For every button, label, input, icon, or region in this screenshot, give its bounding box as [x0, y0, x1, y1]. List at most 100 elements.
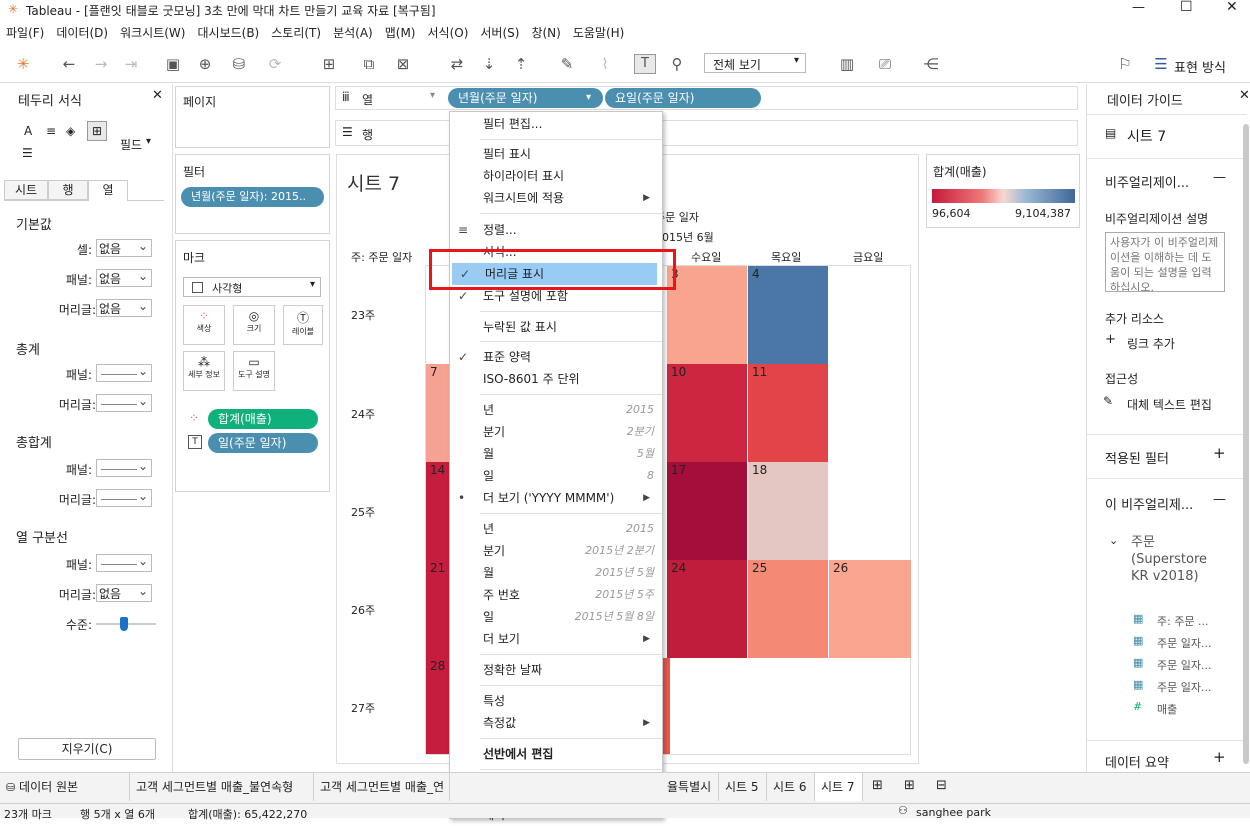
detail-button[interactable]: ⁂ 세부 정보	[183, 351, 225, 391]
expand-filters-icon[interactable]: +	[1213, 444, 1226, 462]
gt-pane-select[interactable]	[96, 457, 152, 477]
highlight-icon[interactable]: ✎	[556, 54, 578, 74]
expand-summary-icon[interactable]: +	[1213, 748, 1226, 766]
legend-gradient[interactable]	[932, 189, 1075, 203]
pin-icon[interactable]: ⚲	[666, 54, 688, 74]
menu-year[interactable]: 년 2015	[450, 399, 662, 421]
save-icon[interactable]: ▣	[162, 54, 184, 74]
attach-icon[interactable]: ⌇	[594, 54, 616, 74]
cell-day-11[interactable]: 11	[748, 364, 828, 462]
menu-file[interactable]: 파일(F)	[0, 22, 50, 41]
menu-day[interactable]: 일8	[450, 465, 662, 487]
close-guide-icon[interactable]: ✕	[1239, 88, 1250, 103]
cell-border-select[interactable]: 없음	[96, 237, 152, 257]
collapse-icon[interactable]: —	[1213, 170, 1226, 185]
menu-sort[interactable]: ≡ 정렬...	[450, 219, 662, 241]
plus-icon[interactable]: +	[1105, 332, 1116, 347]
col-pill-yearmonth[interactable]: 년월(주문 일자) ▾	[448, 88, 603, 108]
tab-rows[interactable]: 행	[48, 180, 88, 200]
tab-segment-discrete[interactable]: 고객 세그먼트별 매출_불연속형	[130, 773, 314, 801]
guide-scrollbar[interactable]	[1243, 124, 1249, 764]
field-item[interactable]: 주문 일자...	[1157, 657, 1211, 673]
cell-day-7[interactable]: 7	[426, 364, 450, 462]
field-item[interactable]: 주문 일자...	[1157, 679, 1211, 695]
show-me-button[interactable]: 표현 방식	[1174, 57, 1226, 76]
menu-server[interactable]: 서버(S)	[474, 22, 525, 41]
menu-window[interactable]: 창(N)	[525, 22, 566, 41]
cell-day-4[interactable]: 4	[748, 266, 828, 364]
menu-show-highlighter[interactable]: 하이라이터 표시	[450, 165, 662, 187]
header-border-select[interactable]: 없음	[96, 297, 152, 317]
minimize-icon[interactable]: —	[1132, 0, 1145, 15]
gt-header-select[interactable]	[96, 487, 152, 507]
menu-show-missing[interactable]: 누락된 값 표시	[450, 316, 662, 338]
format-painter-icon[interactable]: ⚐	[1114, 54, 1136, 74]
menu-show-filter[interactable]: 필터 표시	[450, 143, 662, 165]
forward-icon[interactable]: →	[90, 54, 112, 74]
card-toggle-icon[interactable]: ▥	[836, 54, 858, 74]
borders-icon[interactable]: ⊞	[87, 121, 107, 141]
menu-dashboard[interactable]: 대시보드(B)	[191, 22, 265, 41]
filter-pill[interactable]: 년월(주문 일자): 2015..	[181, 187, 324, 207]
menu-month[interactable]: 월 5월	[450, 443, 662, 465]
cell-day-3[interactable]: 3	[667, 266, 747, 364]
applied-filters[interactable]: 적용된 필터	[1105, 448, 1169, 467]
menu-week-number[interactable]: 주 번호 2015년 5주	[450, 584, 662, 606]
fit-select[interactable]: 전체 보기 ▾	[704, 53, 806, 73]
menu-attribute[interactable]: 특성	[450, 690, 662, 712]
menu-more-cont[interactable]: 더 보기 ▶	[450, 628, 662, 650]
this-viz-section[interactable]: 이 비주얼리제...	[1105, 494, 1193, 513]
menu-quarter[interactable]: 분기 2분기	[450, 421, 662, 443]
label-button[interactable]: Ⓣ 레이블	[283, 305, 323, 345]
sort-desc-icon[interactable]: ⇡	[510, 54, 532, 74]
swap-icon[interactable]: ⇄	[446, 54, 468, 74]
tab-sheet7[interactable]: 시트 7	[815, 773, 863, 801]
mark-type-select[interactable]: 사각형 ▾	[183, 277, 321, 297]
menu-worksheet[interactable]: 워크시트(W)	[114, 22, 191, 41]
field-item[interactable]: 주: 주문 ...	[1157, 613, 1209, 629]
new-worksheet-icon[interactable]: ⊞	[872, 778, 883, 793]
menu-data[interactable]: 데이터(D)	[50, 22, 114, 41]
div-header-select[interactable]: 없음	[96, 582, 152, 602]
menu-quarter-cont[interactable]: 분기 2015년 2분기	[450, 540, 662, 562]
tab-sheet[interactable]: 시트	[4, 180, 48, 200]
color-button[interactable]: ⁘ 색상	[183, 305, 225, 345]
duplicate-icon[interactable]: ⧉	[358, 54, 380, 74]
cell-day-25[interactable]: 25	[748, 560, 828, 658]
tab-sheet6[interactable]: 시트 6	[767, 773, 815, 801]
alt-text-button[interactable]: 대체 텍스트 편집	[1127, 396, 1212, 413]
cell-day-10[interactable]: 10	[667, 364, 747, 462]
font-icon[interactable]: A	[24, 124, 32, 138]
close-window-icon[interactable]: ✕	[1226, 0, 1238, 15]
description-textarea[interactable]: 사용자가 이 비주얼리제이션을 이해하는 데 도움이 되는 설명을 입력하십시오…	[1105, 232, 1225, 292]
pane-border-select[interactable]: 없음	[96, 267, 152, 287]
cell-day-28[interactable]: 28	[426, 658, 450, 754]
menu-month-cont[interactable]: 월 2015년 5월	[450, 562, 662, 584]
menu-measure[interactable]: 측정값 ▶	[450, 712, 662, 734]
day-pill[interactable]: 일(주문 일자)	[208, 433, 318, 453]
tab-datasource[interactable]: ⛁ 데이터 원본	[0, 773, 130, 801]
menu-standard-calendar[interactable]: ✓ 표준 양력	[450, 346, 662, 368]
menu-iso-week[interactable]: ISO-8601 주 단위	[450, 368, 662, 390]
label-toggle-icon[interactable]: T	[634, 54, 656, 74]
menu-help[interactable]: 도움말(H)	[567, 22, 631, 41]
new-sheet-icon[interactable]: ⊞	[318, 54, 340, 74]
data-summary[interactable]: 데이터 요약	[1105, 752, 1169, 771]
menu-format[interactable]: 서식(O)	[422, 22, 475, 41]
menu-day-cont[interactable]: 일 2015년 5월 8일	[450, 606, 662, 628]
align-icon[interactable]: ≡	[46, 124, 56, 138]
cell-day-14[interactable]: 14	[426, 462, 450, 560]
viz-section[interactable]: 비주얼리제이...	[1105, 172, 1189, 191]
menu-apply-worksheets[interactable]: 워크시트에 적용 ▶	[450, 187, 662, 209]
cell-day-24[interactable]: 24	[667, 560, 747, 658]
tab-segment-continuous[interactable]: 고객 세그먼트별 매출_연	[314, 773, 450, 801]
menu-exact-date[interactable]: 정확한 날짜	[450, 659, 662, 681]
field-item[interactable]: 매출	[1157, 701, 1177, 717]
menu-more-discrete[interactable]: • 더 보기 ('YYYY MMMM') ▶	[450, 487, 662, 509]
clear-sheet-icon[interactable]: ⊠	[392, 54, 414, 74]
menu-edit-shelf[interactable]: 선반에서 편집	[450, 743, 662, 765]
shading-icon[interactable]: ◈	[66, 124, 75, 138]
show-me-icon[interactable]: ☰	[1150, 54, 1172, 74]
back-icon[interactable]: ←	[58, 54, 80, 74]
cell-day-21[interactable]: 21	[426, 560, 450, 658]
